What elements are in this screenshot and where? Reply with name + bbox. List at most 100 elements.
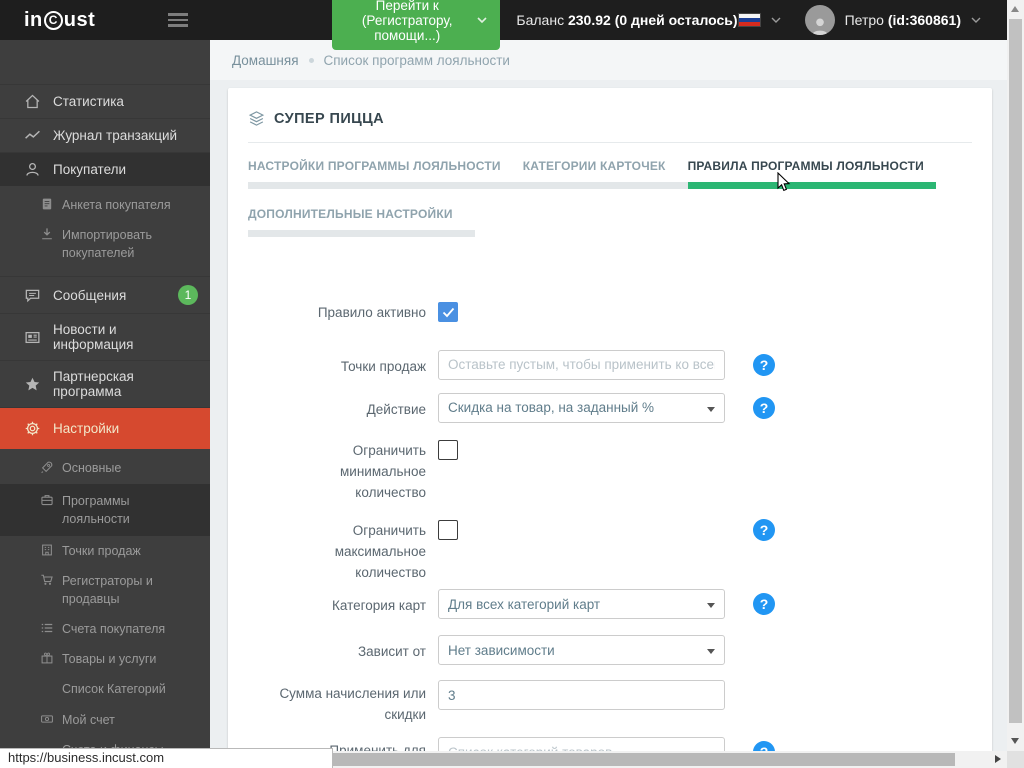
go-to-button[interactable]: Перейти к (Регистратору, помощи...): [332, 0, 501, 50]
chart-icon: [24, 127, 41, 144]
field-label: Правило активно: [317, 305, 426, 320]
balance-value: 230.92: [567, 12, 611, 28]
help-icon[interactable]: ?: [753, 353, 775, 376]
card-header: СУПЕР ПИЦЦА: [248, 88, 972, 143]
rule-form: Правило активно Точки продаж ? Дей: [248, 255, 972, 751]
language-flag-ru-icon[interactable]: [737, 13, 761, 27]
sidebar-item-label: Товары и услуги: [62, 652, 157, 667]
breadcrumb-current: Список программ лояльности: [323, 52, 510, 68]
tab-underline-active: [687, 182, 936, 189]
sidebar-item-registrars-sellers[interactable]: Регистраторы и продавцы: [0, 566, 210, 614]
points-of-sale-input[interactable]: [438, 349, 725, 380]
rule-active-checkbox[interactable]: [438, 302, 458, 322]
sidebar-item-messages[interactable]: Сообщения 1: [0, 276, 210, 313]
vertical-scrollbar-thumb[interactable]: [1009, 19, 1022, 723]
page-title: СУПЕР ПИЦЦА: [274, 110, 384, 127]
sidebar-item-goods-services[interactable]: Товары и услуги: [0, 644, 210, 674]
amount-input[interactable]: [438, 680, 725, 711]
select-caret-icon: [707, 406, 715, 412]
form-row-product-categories: Применить для категорий товаров ?: [248, 737, 972, 751]
sidebar-item-loyalty-programs[interactable]: Программы лояльности: [0, 483, 210, 536]
breadcrumb-home-link[interactable]: Домашняя: [232, 53, 299, 68]
star-icon: [24, 376, 41, 393]
card-category-select[interactable]: Для всех категорий карт: [438, 589, 725, 620]
select-value: Скидка на товар, на заданный %: [448, 400, 655, 416]
chevron-down-icon[interactable]: [971, 17, 981, 23]
gear-icon: [24, 420, 41, 437]
scroll-up-arrow-icon[interactable]: [1011, 6, 1019, 12]
help-icon[interactable]: ?: [753, 593, 775, 616]
select-value: Для всех категорий карт: [448, 596, 601, 612]
product-categories-input[interactable]: [438, 737, 725, 751]
sidebar-item-label: Основные: [62, 461, 122, 476]
sidebar-item-statistics[interactable]: Статистика: [0, 84, 210, 118]
topbar-left: in Cust: [0, 9, 210, 32]
vertical-scrollbar[interactable]: [1007, 0, 1024, 751]
field-label: Категория карт: [332, 598, 426, 614]
sidebar-item-partner-program[interactable]: Партнерская программа: [0, 360, 210, 407]
sidebar-item-label: Покупатели: [53, 162, 127, 177]
sidebar-item-label: Точки продаж: [62, 543, 141, 558]
sidebar-item-customer-form[interactable]: Анкета покупателя: [0, 190, 210, 220]
tab-row-2: ДОПОЛНИТЕЛЬНЫЕ НАСТРОЙКИ: [248, 207, 972, 237]
sidebar-item-label: Программы лояльности: [62, 493, 130, 526]
user-name[interactable]: Петро (id:360861): [845, 12, 961, 28]
max-quantity-checkbox[interactable]: [438, 519, 458, 540]
document-icon: [40, 197, 54, 211]
tab-additional-settings[interactable]: ДОПОЛНИТЕЛЬНЫЕ НАСТРОЙКИ: [248, 207, 475, 237]
sidebar-item-import-customers[interactable]: Импортировать покупателей: [0, 220, 210, 268]
scrollbar-corner: [1007, 751, 1024, 768]
sidebar-item-points-of-sale[interactable]: Точки продаж: [0, 536, 210, 566]
hamburger-menu-icon[interactable]: [168, 13, 188, 27]
sidebar-item-news[interactable]: Новости и информация: [0, 313, 210, 360]
sidebar-item-category-list[interactable]: Список Категорий: [0, 674, 210, 704]
building-icon: [40, 543, 54, 557]
field-label: Ограничить максимальное количество: [334, 522, 426, 580]
scroll-right-arrow-icon[interactable]: [995, 755, 1001, 763]
tab-card-categories[interactable]: КАТЕГОРИИ КАРТОЧЕК: [522, 159, 688, 189]
depends-on-select[interactable]: Нет зависимости: [438, 635, 725, 666]
sidebar-item-label: Мой счет: [62, 712, 115, 727]
sidebar-item-label: Журнал транзакций: [53, 128, 178, 143]
sidebar-item-transactions-log[interactable]: Журнал транзакций: [0, 118, 210, 152]
min-quantity-checkbox[interactable]: [438, 439, 458, 460]
home-icon: [24, 93, 41, 110]
help-icon[interactable]: ?: [753, 518, 775, 541]
sidebar-item-customers[interactable]: Покупатели: [0, 152, 210, 186]
sidebar-item-customer-accounts[interactable]: Счета покупателя: [0, 614, 210, 644]
user-avatar[interactable]: [804, 5, 835, 35]
sidebar-item-label: Анкета покупателя: [62, 198, 171, 212]
action-select[interactable]: Скидка на товар, на заданный %: [438, 392, 725, 423]
sidebar-customers-subgroup: Анкета покупателя Импортировать покупате…: [0, 186, 210, 276]
tab-label: КАТЕГОРИИ КАРТОЧЕК: [522, 159, 666, 173]
news-icon: [24, 329, 41, 346]
app-page: in Cust Перейти к (Регистратору, помощи..…: [0, 0, 1024, 768]
status-url-bar: https://business.incust.com: [0, 748, 333, 768]
scroll-down-arrow-icon[interactable]: [1011, 738, 1019, 744]
sidebar-item-label: Счета покупателя: [62, 622, 166, 637]
help-icon[interactable]: ?: [753, 396, 775, 419]
incust-logo: in Cust: [24, 9, 95, 32]
sidebar-item-my-account[interactable]: Мой счет: [0, 705, 210, 735]
form-row-action: Действие Скидка на товар, на заданный % …: [248, 392, 972, 423]
person-icon: [811, 18, 828, 35]
form-row-min-quantity: Ограничить минимальное количество: [248, 439, 972, 504]
field-label: Зависит от: [358, 644, 426, 660]
form-row-points-of-sale: Точки продаж ?: [248, 349, 972, 380]
chevron-down-icon[interactable]: [771, 17, 781, 23]
loyalty-program-card: СУПЕР ПИЦЦА НАСТРОЙКИ ПРОГРАММЫ ЛОЯЛЬНОС…: [228, 88, 992, 751]
form-row-max-quantity: Ограничить максимальное количество ?: [248, 518, 972, 584]
go-to-button-label: Перейти к (Регистратору, помощи...): [361, 0, 453, 43]
logo-text: ust: [63, 8, 96, 31]
sidebar-nav: Статистика Журнал транзакций Покупатели …: [0, 40, 210, 751]
horizontal-scrollbar-thumb[interactable]: [333, 753, 955, 766]
sidebar-item-settings[interactable]: Настройки: [0, 407, 210, 450]
layers-icon: [248, 110, 265, 127]
import-icon: [40, 227, 54, 241]
tabs: НАСТРОЙКИ ПРОГРАММЫ ЛОЯЛЬНОСТИ КАТЕГОРИИ…: [248, 143, 972, 237]
sidebar-item-general[interactable]: Основные: [0, 453, 210, 483]
tab-loyalty-program-rules[interactable]: ПРАВИЛА ПРОГРАММЫ ЛОЯЛЬНОСТИ: [687, 159, 936, 189]
help-icon[interactable]: ?: [753, 741, 775, 751]
tab-loyalty-program-settings[interactable]: НАСТРОЙКИ ПРОГРАММЫ ЛОЯЛЬНОСТИ: [248, 159, 523, 189]
cart-icon: [40, 573, 54, 587]
